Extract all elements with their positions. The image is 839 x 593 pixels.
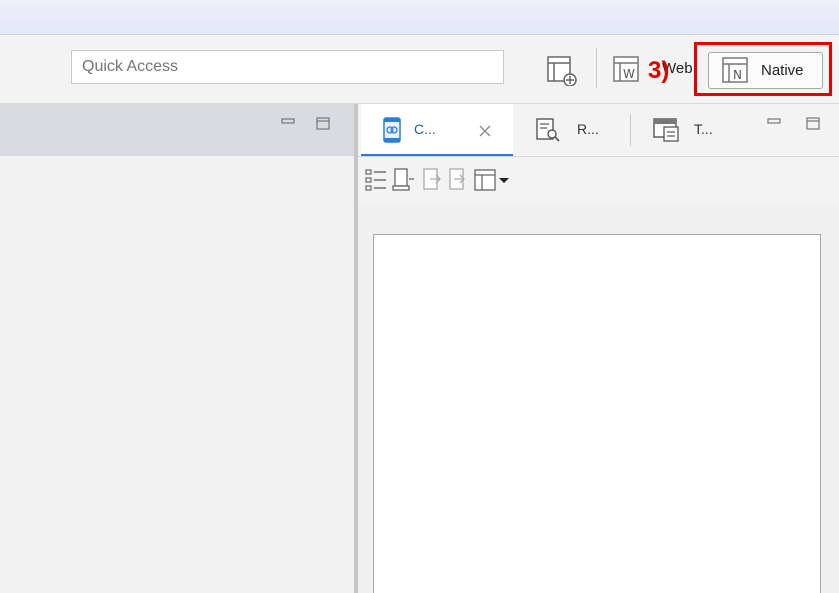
web-perspective-icon: W bbox=[613, 56, 639, 82]
maximize-icon[interactable] bbox=[806, 117, 820, 131]
open-perspective-button[interactable] bbox=[545, 54, 583, 87]
svg-text:N: N bbox=[733, 68, 742, 82]
import-icon[interactable] bbox=[420, 167, 444, 193]
svg-text:W: W bbox=[623, 67, 635, 81]
tab-r-label: R... bbox=[577, 121, 599, 137]
minimize-icon[interactable] bbox=[767, 117, 781, 127]
tab-c[interactable]: C... bbox=[361, 104, 513, 156]
terminal-window-icon bbox=[653, 118, 679, 142]
chevron-down-icon[interactable] bbox=[498, 175, 510, 187]
tab-t[interactable]: T... bbox=[652, 114, 732, 146]
tab-t-label: T... bbox=[694, 121, 713, 137]
mobile-link-icon bbox=[383, 117, 401, 143]
search-results-icon bbox=[536, 118, 560, 142]
layout-icon[interactable] bbox=[473, 167, 497, 193]
step-annotation-label: 3) bbox=[648, 57, 670, 84]
view-toolbar bbox=[358, 157, 839, 203]
list-icon[interactable] bbox=[364, 167, 388, 193]
tab-c-label: C... bbox=[414, 121, 436, 137]
left-view-header bbox=[0, 104, 354, 156]
close-icon[interactable] bbox=[478, 124, 492, 138]
window-title-bar bbox=[0, 0, 839, 35]
native-perspective-icon: N bbox=[722, 57, 748, 83]
content-canvas bbox=[373, 234, 821, 593]
native-perspective-label: Native bbox=[761, 62, 804, 79]
open-perspective-icon bbox=[547, 56, 577, 87]
quick-access-input[interactable] bbox=[71, 50, 504, 84]
device-icon[interactable] bbox=[391, 167, 415, 193]
export-icon[interactable] bbox=[446, 167, 470, 193]
tab-separator bbox=[630, 114, 631, 146]
maximize-icon[interactable] bbox=[316, 117, 330, 131]
tab-r[interactable]: R... bbox=[535, 114, 610, 146]
toolbar-separator bbox=[596, 48, 597, 88]
left-view-body bbox=[0, 156, 354, 593]
native-perspective-button[interactable]: N Native bbox=[708, 52, 823, 89]
minimize-icon[interactable] bbox=[281, 117, 295, 127]
